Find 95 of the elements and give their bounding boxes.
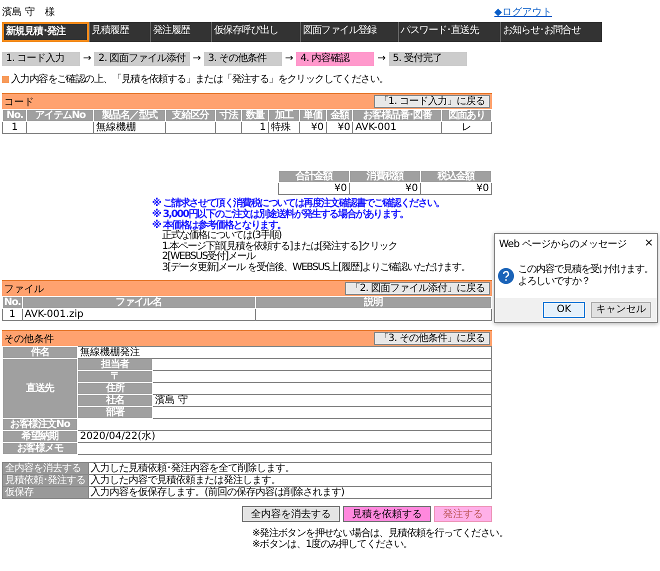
section-title: ファイル xyxy=(4,282,44,296)
row-label: 住所 xyxy=(78,382,152,394)
column-header: 数量 xyxy=(242,110,269,122)
dialog-button[interactable]: キャンセル xyxy=(591,302,651,318)
footer-note: ※ボタンは、1度のみ押してください。 xyxy=(252,539,412,550)
back-button[interactable]: 「1. コード入力」に戻る xyxy=(374,95,490,108)
question-icon xyxy=(498,268,514,284)
procedure-text: 正式な価格については(3手順) xyxy=(162,231,282,241)
notice-text: ※ ご請求させて頂く消費税については再度注文確認書でご確認ください。 xyxy=(152,198,444,209)
table-cell: 無線機棚 xyxy=(93,122,166,134)
back-button[interactable]: 「2. 図面ファイル添付」に戻る xyxy=(345,282,490,295)
table-cell xyxy=(166,122,216,134)
step-arrow: → xyxy=(192,53,202,65)
step-arrow: → xyxy=(83,53,92,65)
column-header: お客様品番･図番 xyxy=(352,110,442,122)
column-header: ファイル名 xyxy=(22,296,256,308)
step-label: 3. その他条件 xyxy=(204,52,282,66)
table-cell: ¥0 xyxy=(300,122,326,134)
table-cell: 2020/04/22(水) xyxy=(78,430,492,442)
step-label: 5. 受付完了 xyxy=(388,52,467,66)
table-cell: 1 xyxy=(242,122,269,134)
dialog-title: Web ページからのメッセージ xyxy=(499,238,626,251)
table-cell: 入力内容を仮保存します。(前回の保存内容は削除されます) xyxy=(88,486,492,498)
instruction-text: 入力内容をご確認の上、「見積を依頼する」または「発注する」をクリックしてください。 xyxy=(11,72,388,86)
nav-tab[interactable]: 発注履歴 xyxy=(150,22,212,42)
user-name: 濱島 守 様 xyxy=(2,6,56,19)
table-cell xyxy=(26,122,94,134)
column-header: アイテムNo xyxy=(26,110,94,122)
table-cell: 無線機棚発注 xyxy=(78,346,492,358)
close-icon[interactable]: × xyxy=(644,237,653,251)
row-label: 直送先 xyxy=(2,358,78,418)
row-label: 仮保存 xyxy=(2,486,88,498)
table-cell: 入力した見積依頼･発注内容を全て削除します。 xyxy=(88,462,492,474)
column-header: 金額 xyxy=(326,110,353,122)
notice-text: ※ 3,000円以下のご注文は別途送料が発生する場合があります。 xyxy=(152,209,408,220)
table-cell: 1 xyxy=(2,122,27,134)
column-header: 消費税額 xyxy=(350,170,420,182)
column-header: 合計金額 xyxy=(278,170,350,182)
action-button[interactable]: 全内容を消去する xyxy=(242,506,340,522)
row-label: お客様注文No xyxy=(2,418,78,430)
step-label: 4. 内容確認 xyxy=(296,52,374,66)
table-cell: ¥0 xyxy=(350,182,420,194)
column-header: 説明 xyxy=(255,296,492,308)
section-title: その他条件 xyxy=(4,332,54,346)
column-header: No. xyxy=(2,296,22,308)
logout-link[interactable]: ◆ログアウト xyxy=(494,5,552,19)
table-cell: AVK-001 xyxy=(352,122,442,134)
row-label: お客様メモ xyxy=(2,442,78,454)
row-label: 希望納期 xyxy=(2,430,78,442)
step-label: 2. 図面ファイル添付 xyxy=(94,52,190,66)
notice-text: ※ 本価格は参考価格となります。 xyxy=(152,220,286,231)
bullet-icon xyxy=(2,76,9,82)
row-label: 担当者 xyxy=(78,358,152,370)
table-cell: ¥0 xyxy=(278,182,350,194)
action-button[interactable]: 見積を依頼する xyxy=(343,506,431,522)
row-label: 部署 xyxy=(78,406,152,418)
column-header: 製品名／型式 xyxy=(93,110,166,122)
column-header: 寸法 xyxy=(215,110,242,122)
table-cell: 濱島 守 xyxy=(152,394,492,406)
procedure-text: 1.本ページ下部[見積を依頼する]または[発注する]クリック xyxy=(162,242,398,252)
column-header: 支給区分 xyxy=(166,110,216,122)
column-header: 税込金額 xyxy=(420,170,492,182)
nav-tab[interactable]: 見積履歴 xyxy=(88,22,150,42)
column-header: No. xyxy=(2,110,27,122)
nav-tab[interactable]: お知らせ･お問合せ xyxy=(500,22,602,42)
procedure-text: 3[データ更新]メール を受信後、WEBSUS上[履歴]よりご確認いただけます。 xyxy=(162,262,470,273)
dialog-button[interactable]: OK xyxy=(543,302,585,318)
row-label: 〒 xyxy=(78,370,152,382)
table-cell: AVK-001.zip xyxy=(22,308,256,320)
section-title: コード xyxy=(4,96,34,108)
table-cell: 1 xyxy=(2,308,22,320)
table-cell xyxy=(215,122,242,134)
table-cell: 入力した内容で見積依頼または発注します。 xyxy=(88,474,492,486)
row-label: 見積依頼･発注する xyxy=(2,474,88,486)
row-label: 社名 xyxy=(78,394,152,406)
nav-tab[interactable]: パスワード･直送先 xyxy=(398,22,500,42)
column-header: 加工 xyxy=(268,110,300,122)
table-cell: ¥0 xyxy=(326,122,353,134)
nav-tab[interactable]: 仮保存呼び出し xyxy=(211,22,300,42)
table-cell: レ xyxy=(442,122,492,134)
step-arrow: → xyxy=(377,53,386,65)
table-cell: ¥0 xyxy=(420,182,492,194)
table-cell: 特殊 xyxy=(268,122,300,134)
column-header: 図面あり xyxy=(442,110,492,122)
column-header: 単価 xyxy=(300,110,326,122)
procedure-text: 2[WEBSUS受付]メール xyxy=(162,252,256,262)
nav-tab[interactable]: 新規見積･発注 xyxy=(2,22,89,42)
dialog-message: この内容で見積を受け付けます。 よろしいですか？ xyxy=(518,264,653,288)
nav-tab[interactable]: 図面ファイル登録 xyxy=(300,22,398,42)
row-label: 件名 xyxy=(2,346,78,358)
footer-note: ※発注ボタンを押せない場合は、見積依頼を行ってください。 xyxy=(252,528,508,539)
back-button[interactable]: 「3. その他条件」に戻る xyxy=(374,332,490,345)
step-arrow: → xyxy=(285,53,294,65)
step-label: 1. コード入力 xyxy=(2,52,80,66)
row-label: 全内容を消去する xyxy=(2,462,88,474)
